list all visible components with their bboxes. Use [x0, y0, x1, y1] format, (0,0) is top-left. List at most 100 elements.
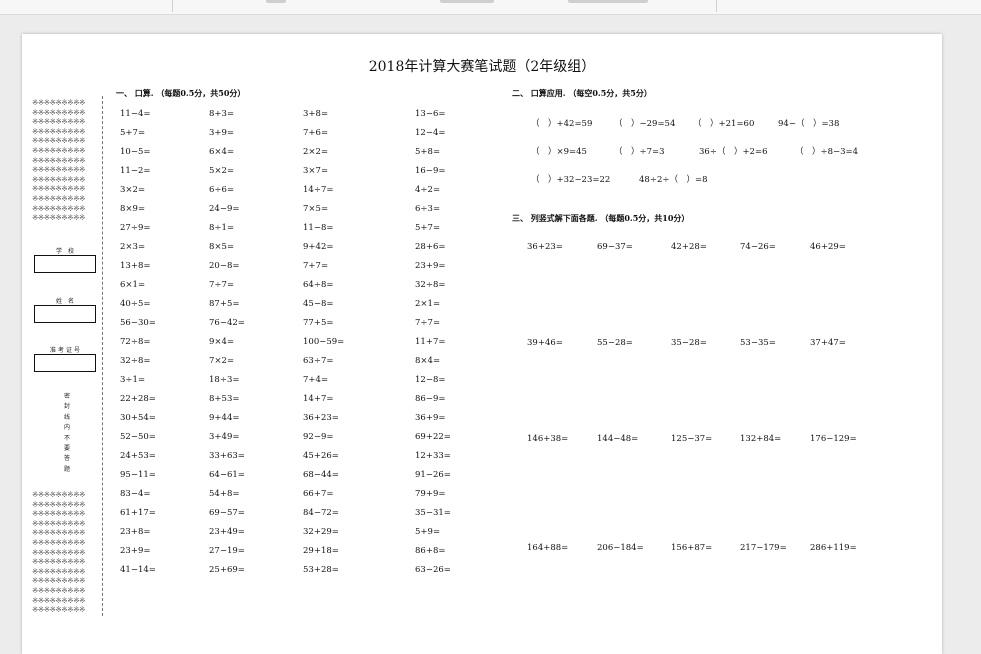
sealed-char: 封 — [63, 403, 70, 411]
oral-calc-problem: 63−26= — [415, 565, 451, 575]
vertical-calc-problem: 35−28= — [671, 338, 707, 348]
oral-calc-problem: 92−9= — [303, 432, 334, 442]
oral-calc-problem: 7÷7= — [209, 280, 235, 290]
oral-calc-problem: 36+23= — [303, 413, 339, 423]
oral-calc-problem: 20−8= — [209, 261, 240, 271]
school-field[interactable] — [34, 255, 96, 273]
seal-star-pattern: ※※※※※※※※※ ※※※※※※※※※ ※※※※※※※※※ ※※※※※※※※※ … — [32, 490, 85, 615]
vertical-calc-problem: 156+87= — [671, 543, 713, 553]
sealed-char: 要 — [63, 445, 70, 453]
oral-calc-problem: 13−6= — [415, 109, 446, 119]
oral-calc-problem: 3+49= — [209, 432, 240, 442]
oral-calc-problem: 22+28= — [120, 394, 156, 404]
oral-calc-problem: 33+63= — [209, 451, 245, 461]
fill-blank-problem: （ ）−29=54 — [614, 119, 676, 129]
toolbar-divider — [716, 0, 717, 12]
fill-blank-problem: （ ）+21=60 — [693, 119, 755, 129]
oral-calc-problem: 84−72= — [303, 508, 339, 518]
school-label: 学 校 — [56, 248, 76, 255]
oral-calc-problem: 53+28= — [303, 565, 339, 575]
oral-calc-problem: 35−31= — [415, 508, 451, 518]
fill-blank-problem: 48÷2÷（ ）=8 — [639, 175, 708, 185]
vertical-calc-problem: 146+38= — [527, 434, 569, 444]
oral-calc-problem: 8÷1= — [209, 223, 235, 233]
oral-calc-problem: 12−4= — [415, 128, 446, 138]
vertical-calc-problem: 42+28= — [671, 242, 707, 252]
oral-calc-problem: 64÷8= — [303, 280, 334, 290]
oral-calc-problem: 5+7= — [415, 223, 441, 233]
sealed-char: 内 — [63, 424, 70, 432]
oral-calc-problem: 7+7= — [303, 261, 329, 271]
oral-calc-problem: 6÷6= — [209, 185, 235, 195]
toolbar-control[interactable] — [266, 0, 286, 3]
ticket-number-label: 准考证号 — [49, 347, 82, 354]
fill-blank-problem: 94−（ ）=38 — [778, 119, 840, 129]
sealed-line-notice: 密封线内不要答题 — [62, 392, 72, 475]
oral-calc-problem: 2×3= — [120, 242, 146, 252]
vertical-calc-problem: 74−26= — [740, 242, 776, 252]
oral-calc-problem: 86−9= — [415, 394, 446, 404]
oral-calc-problem: 3+9= — [209, 128, 235, 138]
oral-calc-problem: 68−44= — [303, 470, 339, 480]
oral-calc-problem: 7+6= — [303, 128, 329, 138]
oral-calc-problem: 30+54= — [120, 413, 156, 423]
oral-calc-problem: 5+9= — [415, 527, 441, 537]
oral-calc-problem: 32÷8= — [415, 280, 446, 290]
vertical-calc-problem: 286+119= — [810, 543, 857, 553]
oral-calc-problem: 64−61= — [209, 470, 245, 480]
oral-calc-problem: 11−4= — [120, 109, 151, 119]
sealed-char: 题 — [63, 465, 70, 473]
oral-calc-problem: 41−14= — [120, 565, 156, 575]
vertical-calc-problem: 39+46= — [527, 338, 563, 348]
vertical-calc-problem: 125−37= — [671, 434, 713, 444]
oral-calc-problem: 2×2= — [303, 147, 329, 157]
oral-calc-problem: 23+9= — [120, 546, 151, 556]
oral-calc-problem: 87+5= — [209, 299, 240, 309]
vertical-calc-problem: 132+84= — [740, 434, 782, 444]
oral-calc-problem: 91−26= — [415, 470, 451, 480]
oral-calc-problem: 5×2= — [209, 166, 235, 176]
oral-calc-problem: 25+69= — [209, 565, 245, 575]
oral-calc-problem: 52−50= — [120, 432, 156, 442]
oral-calc-problem: 69+22= — [415, 432, 451, 442]
toolbar-divider — [172, 0, 173, 12]
fill-blank-problem: （ ）÷8−3=4 — [795, 147, 859, 157]
oral-calc-problem: 79+9= — [415, 489, 446, 499]
oral-calc-problem: 61+17= — [120, 508, 156, 518]
oral-calc-problem: 23+9= — [415, 261, 446, 271]
oral-calc-problem: 7+4= — [303, 375, 329, 385]
oral-calc-problem: 28+6= — [415, 242, 446, 252]
oral-calc-problem: 3+8= — [303, 109, 329, 119]
oral-calc-problem: 32+29= — [303, 527, 339, 537]
oral-calc-problem: 45+26= — [303, 451, 339, 461]
sealed-char: 不 — [63, 434, 70, 442]
oral-calc-problem: 7×2= — [209, 356, 235, 366]
oral-calc-problem: 27÷9= — [120, 223, 151, 233]
oral-calc-problem: 8×9= — [120, 204, 146, 214]
oral-calc-problem: 36+9= — [415, 413, 446, 423]
oral-calc-problem: 11+7= — [415, 337, 446, 347]
oral-calc-problem: 100−59= — [303, 337, 345, 347]
section2-title: 二、 口算应用. （每空0.5分，共5分） — [512, 88, 652, 98]
vertical-calc-problem: 206−184= — [597, 543, 644, 553]
oral-calc-problem: 63÷7= — [303, 356, 334, 366]
section3-title: 三、 列竖式解下面各题. （每题0.5分，共10分） — [512, 213, 690, 223]
sealed-char: 答 — [63, 455, 70, 463]
oral-calc-problem: 3×2= — [120, 185, 146, 195]
oral-calc-problem: 13+8= — [120, 261, 151, 271]
name-field[interactable] — [34, 305, 96, 323]
fill-blank-problem: （ ）+32−23=22 — [531, 175, 611, 185]
fill-blank-problem: （ ）×9=45 — [531, 147, 587, 157]
oral-calc-problem: 6÷3= — [415, 204, 441, 214]
oral-calc-problem: 11−8= — [303, 223, 334, 233]
vertical-calc-problem: 217−179= — [740, 543, 787, 553]
fill-blank-problem: （ ）+42=59 — [531, 119, 593, 129]
ticket-number-field[interactable] — [34, 354, 96, 372]
vertical-calc-problem: 55−28= — [597, 338, 633, 348]
oral-calc-problem: 23+8= — [120, 527, 151, 537]
oral-calc-problem: 6×4= — [209, 147, 235, 157]
toolbar-control[interactable] — [440, 0, 494, 3]
oral-calc-problem: 24−9= — [209, 204, 240, 214]
toolbar-control[interactable] — [568, 0, 648, 3]
oral-calc-problem: 29+18= — [303, 546, 339, 556]
